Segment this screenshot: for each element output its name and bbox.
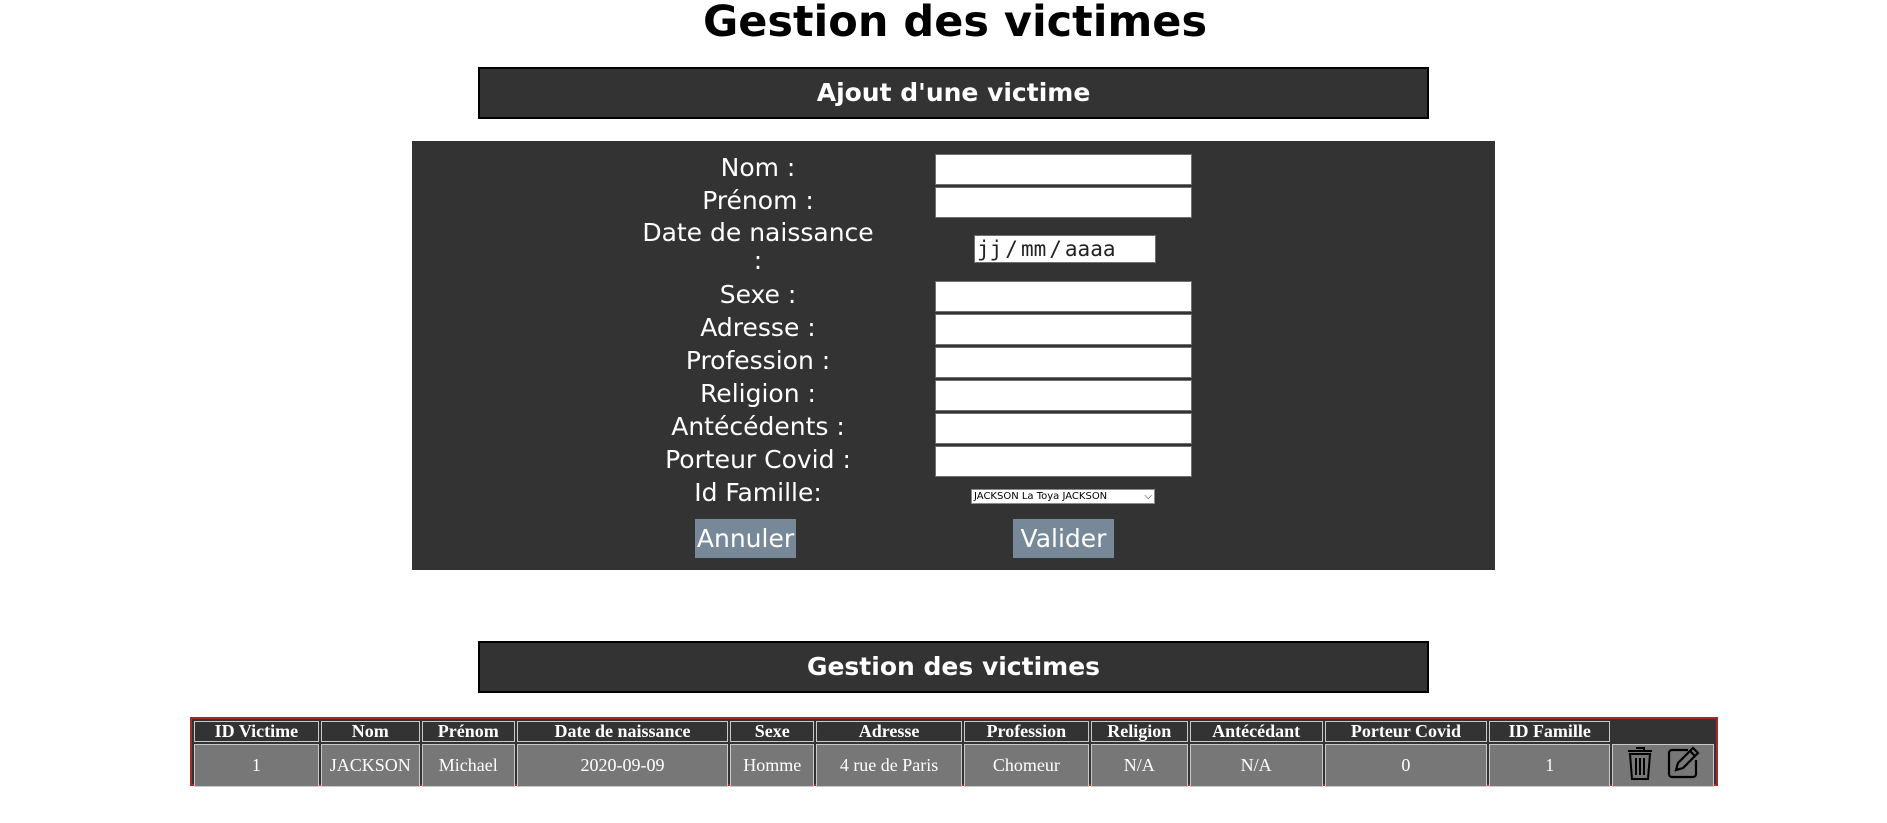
- cell-religion: N/A: [1090, 744, 1188, 787]
- header-nom: Nom: [320, 721, 420, 742]
- header-id-famille: ID Famille: [1489, 721, 1611, 742]
- add-section-header: Ajout d'une victime: [478, 67, 1429, 119]
- cell-prenom: Michael: [421, 744, 515, 787]
- table-header-row: ID Victime Nom Prénom Date de naissance …: [194, 721, 1714, 742]
- victims-table: ID Victime Nom Prénom Date de naissance …: [192, 719, 1716, 789]
- religion-input[interactable]: [935, 380, 1192, 411]
- submit-button[interactable]: Valider: [1013, 519, 1114, 558]
- header-prenom: Prénom: [421, 721, 515, 742]
- chevron-down-icon: ⌵: [1144, 491, 1152, 502]
- page-title: Gestion des victimes: [702, 0, 1208, 47]
- date-separator: /: [1005, 237, 1018, 261]
- cell-porteur-covid: 0: [1324, 744, 1488, 787]
- cell-sexe: Homme: [730, 744, 815, 787]
- header-religion: Religion: [1090, 721, 1188, 742]
- porteur-covid-label: Porteur Covid :: [665, 445, 851, 474]
- date-naissance-label-colon: :: [753, 246, 763, 275]
- cell-antecedant: N/A: [1189, 744, 1323, 787]
- antecedents-label: Antécédents :: [671, 412, 845, 441]
- date-naissance-label-text: Date de naissance: [642, 218, 874, 247]
- date-separator: /: [1049, 237, 1062, 261]
- antecedents-input[interactable]: [935, 413, 1192, 444]
- table-row: 1 JACKSON Michael 2020-09-09 Homme 4 rue…: [194, 744, 1714, 787]
- profession-input[interactable]: [935, 347, 1192, 378]
- header-actions: [1612, 721, 1714, 742]
- nom-input[interactable]: [935, 154, 1192, 185]
- cell-id-famille: 1: [1489, 744, 1611, 787]
- trash-icon[interactable]: [1626, 745, 1654, 786]
- victims-table-container: ID Victime Nom Prénom Date de naissance …: [190, 717, 1718, 789]
- religion-label: Religion :: [700, 379, 816, 408]
- date-naissance-input[interactable]: jj / mm / aaaa: [974, 235, 1156, 263]
- date-year-placeholder: aaaa: [1064, 237, 1116, 261]
- manage-section-header: Gestion des victimes: [478, 641, 1429, 693]
- prenom-label: Prénom :: [702, 186, 814, 215]
- profession-label: Profession :: [685, 346, 831, 375]
- cell-id-victime: 1: [194, 744, 319, 787]
- header-profession: Profession: [963, 721, 1089, 742]
- header-id-victime: ID Victime: [194, 721, 319, 742]
- cancel-button[interactable]: Annuler: [695, 519, 796, 558]
- id-famille-selected: JACKSON La Toya JACKSON: [974, 491, 1108, 502]
- date-naissance-label: Date de naissance :: [620, 219, 896, 275]
- cell-date-naissance: 2020-09-09: [516, 744, 729, 787]
- header-antecedant: Antécédant: [1189, 721, 1323, 742]
- date-month-placeholder: mm: [1020, 237, 1047, 261]
- cell-nom: JACKSON: [320, 744, 420, 787]
- adresse-input[interactable]: [935, 314, 1192, 345]
- add-victim-form: Nom : Prénom : Date de naissance : jj / mm…: [412, 141, 1495, 570]
- id-famille-label: Id Famille:: [694, 478, 822, 507]
- prenom-input[interactable]: [935, 187, 1192, 218]
- edit-icon[interactable]: [1666, 746, 1700, 785]
- cell-actions: [1612, 744, 1714, 787]
- cell-adresse: 4 rue de Paris: [816, 744, 962, 787]
- sexe-label: Sexe :: [719, 280, 797, 309]
- header-date-naissance: Date de naissance: [516, 721, 729, 742]
- date-day-placeholder: jj: [977, 237, 1003, 261]
- header-porteur-covid: Porteur Covid: [1324, 721, 1488, 742]
- porteur-covid-input[interactable]: [935, 446, 1192, 477]
- sexe-input[interactable]: [935, 281, 1192, 312]
- adresse-label: Adresse :: [700, 313, 816, 342]
- nom-label: Nom :: [720, 153, 796, 182]
- header-adresse: Adresse: [816, 721, 962, 742]
- cell-profession: Chomeur: [963, 744, 1089, 787]
- id-famille-select[interactable]: JACKSON La Toya JACKSON ⌵: [971, 489, 1155, 504]
- header-sexe: Sexe: [730, 721, 815, 742]
